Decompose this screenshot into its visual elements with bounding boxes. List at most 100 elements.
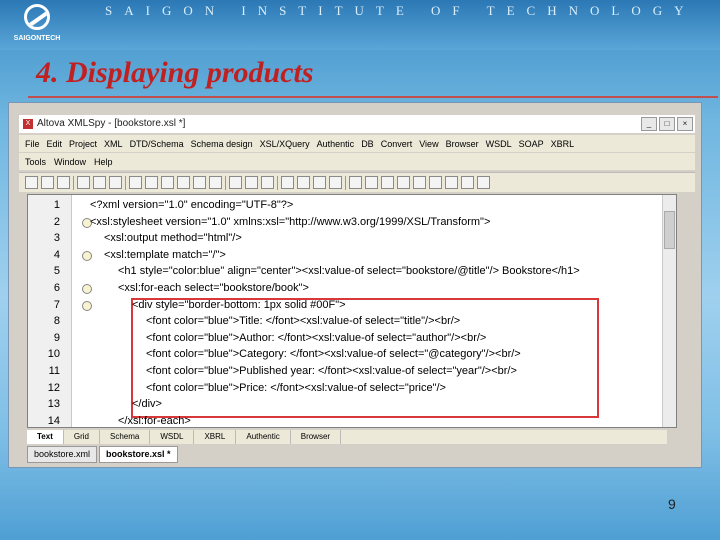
xsl-transform-icon[interactable] <box>329 176 342 189</box>
paste-icon[interactable] <box>161 176 174 189</box>
menu-item[interactable]: View <box>419 139 438 149</box>
toggle-icon[interactable] <box>381 176 394 189</box>
menu-item[interactable]: Window <box>54 157 86 167</box>
settings-icon[interactable] <box>461 176 474 189</box>
menu-item[interactable]: Help <box>94 157 113 167</box>
tab-text[interactable]: Text <box>27 430 64 444</box>
toolbar-separator <box>225 175 226 190</box>
tab-authentic[interactable]: Authentic <box>236 430 291 444</box>
menu-item[interactable]: XBRL <box>551 139 575 149</box>
menu-item[interactable]: XSL/XQuery <box>260 139 310 149</box>
save-icon[interactable] <box>77 176 90 189</box>
check-wellformed-icon[interactable] <box>281 176 294 189</box>
find-next-icon[interactable] <box>245 176 258 189</box>
line-number: 1 <box>53 199 60 211</box>
xmlspy-window: X Altova XMLSpy - [bookstore.xsl *] _ □ … <box>8 102 702 468</box>
menu-item[interactable]: Project <box>69 139 97 149</box>
menu-item[interactable]: DB <box>361 139 374 149</box>
toolbar <box>19 172 695 192</box>
window-title: Altova XMLSpy - [bookstore.xsl *] <box>37 118 186 129</box>
redo-icon[interactable] <box>209 176 222 189</box>
minimize-button[interactable]: _ <box>641 117 657 131</box>
menu-item[interactable]: Convert <box>381 139 413 149</box>
tab-xbrl[interactable]: XBRL <box>194 430 237 444</box>
new-file-icon[interactable] <box>25 176 38 189</box>
fold-toggle-icon[interactable] <box>82 300 92 311</box>
line-number: 2 <box>53 215 60 228</box>
delete-icon[interactable] <box>177 176 190 189</box>
code-line: <div style="border-bottom: 1px solid #00… <box>132 298 346 311</box>
code-line: <font color="blue">Author: </font><xsl:v… <box>146 331 487 344</box>
collapse-icon[interactable] <box>365 176 378 189</box>
vertical-scrollbar[interactable] <box>662 195 676 427</box>
toolbar-separator <box>277 175 278 190</box>
toolbar-dropdown-icon[interactable] <box>477 176 490 189</box>
code-editor[interactable]: 1 <?xml version="1.0" encoding="UTF-8"?> 2… <box>27 194 677 428</box>
fold-toggle-icon[interactable] <box>82 284 92 294</box>
menu-item[interactable]: DTD/Schema <box>130 139 184 149</box>
header-bar: SAIGONTECH SAIGON INSTITUTE OF TECHNOLOG… <box>0 0 720 50</box>
bookmark-icon[interactable] <box>413 176 426 189</box>
menu-bar: File Edit Project XML DTD/Schema Schema desig… <box>19 135 695 152</box>
code-line: <font color="blue">Title: </font><xsl:va… <box>146 315 461 328</box>
menu-item[interactable]: File <box>25 139 40 149</box>
word-wrap-icon[interactable] <box>445 176 458 189</box>
logo-icon <box>24 4 50 30</box>
cut-icon[interactable] <box>129 176 142 189</box>
document-tab[interactable]: bookstore.xml <box>27 446 98 463</box>
menu-item[interactable]: Edit <box>47 139 63 149</box>
print-icon[interactable] <box>109 176 122 189</box>
code-line: </div> <box>132 398 162 411</box>
document-tab[interactable]: bookstore.xsl * <box>99 446 178 463</box>
toolbar-separator <box>345 175 346 190</box>
xmlspy-app-icon: X <box>23 119 33 129</box>
scrollbar-thumb[interactable] <box>664 211 675 249</box>
menu-item[interactable]: Tools <box>25 157 46 167</box>
line-number: 12 <box>47 381 60 394</box>
undo-icon[interactable] <box>193 176 206 189</box>
line-numbers-icon[interactable] <box>397 176 410 189</box>
code-line: </xsl:for-each> <box>118 414 191 427</box>
title-divider <box>28 96 718 98</box>
saigontech-logo: SAIGONTECH <box>12 4 62 46</box>
code-line: <xsl:output method="html"/> <box>104 232 242 245</box>
fold-toggle-icon[interactable] <box>82 250 92 261</box>
tab-grid[interactable]: Grid <box>64 430 100 444</box>
view-tabs: Text Grid Schema WSDL XBRL Authentic Browser <box>27 430 667 444</box>
grid-view-icon[interactable] <box>429 176 442 189</box>
validate-icon[interactable] <box>297 176 310 189</box>
menu-bar-secondary: Tools Window Help <box>19 153 695 170</box>
line-number: 13 <box>47 398 60 411</box>
expand-icon[interactable] <box>349 176 362 189</box>
line-number: 8 <box>53 315 60 328</box>
tab-wsdl[interactable]: WSDL <box>150 430 195 444</box>
menu-item[interactable]: XML <box>104 139 123 149</box>
menu-item[interactable]: Browser <box>446 139 479 149</box>
refresh-icon[interactable] <box>313 176 326 189</box>
code-line: <h1 style="color:blue" align="center"><x… <box>118 265 580 278</box>
close-button[interactable]: × <box>677 117 693 131</box>
copy-icon[interactable] <box>145 176 158 189</box>
code-line: <font color="blue">Price: </font><xsl:va… <box>146 381 446 394</box>
menu-item[interactable]: Authentic <box>317 139 355 149</box>
code-line: <font color="blue">Category: </font><xsl… <box>146 348 521 361</box>
open-folder-icon[interactable] <box>41 176 54 189</box>
page-number: 9 <box>668 496 676 512</box>
maximize-button[interactable]: □ <box>659 117 675 131</box>
tab-browser[interactable]: Browser <box>291 430 342 444</box>
menu-item[interactable]: SOAP <box>519 139 544 149</box>
tab-schema[interactable]: Schema <box>100 430 151 444</box>
institute-name: SAIGON INSTITUTE OF TECHNOLOGY <box>105 3 696 18</box>
toolbar-separator <box>125 175 126 190</box>
line-number: 14 <box>47 414 60 427</box>
menu-item[interactable]: Schema design <box>191 139 253 149</box>
replace-icon[interactable] <box>261 176 274 189</box>
find-icon[interactable] <box>229 176 242 189</box>
code-line: <xsl:template match="/"> <box>104 248 226 261</box>
save-all-icon[interactable] <box>93 176 106 189</box>
line-number: 3 <box>53 232 60 245</box>
menu-item[interactable]: WSDL <box>486 139 512 149</box>
logo-text: SAIGONTECH <box>13 35 61 42</box>
code-line: <xsl:stylesheet version="1.0" xmlns:xsl=… <box>90 215 491 228</box>
open-url-icon[interactable] <box>57 176 70 189</box>
